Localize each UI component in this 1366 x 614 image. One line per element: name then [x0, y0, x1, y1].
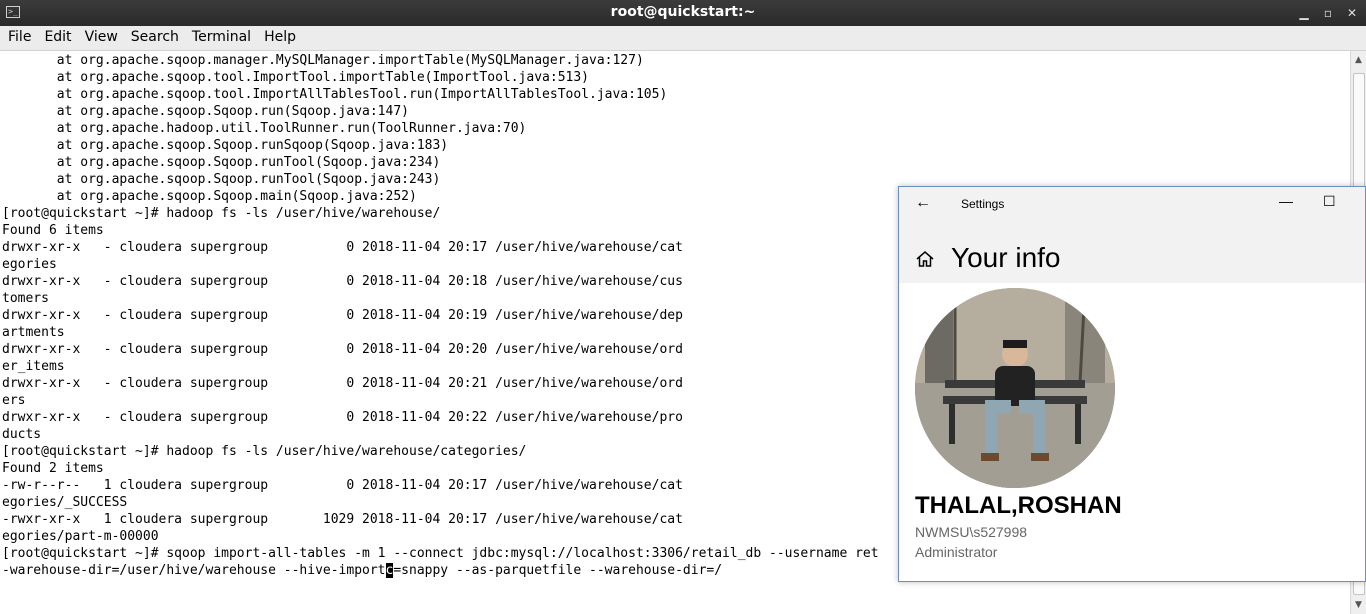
terminal-line: egories/_SUCCESS	[2, 495, 128, 510]
input-after-cursor: =snappy --as-parquetfile --warehouse-dir…	[393, 563, 723, 578]
page-title: Your info	[951, 242, 1061, 273]
terminal-line: [root@quickstart ~]# sqoop import-all-ta…	[2, 546, 879, 561]
maximize-icon[interactable]: ▫	[1318, 4, 1338, 22]
user-role: Administrator	[915, 544, 998, 560]
home-icon[interactable]	[915, 249, 935, 269]
scroll-up-icon[interactable]: ▲	[1351, 53, 1366, 67]
terminal-line: [root@quickstart ~]# hadoop fs -ls /user…	[2, 206, 441, 221]
terminal-line: at org.apache.sqoop.tool.ImportAllTables…	[2, 87, 668, 102]
user-account-id: NWMSU\s527998	[915, 524, 1028, 540]
menu-edit[interactable]: Edit	[36, 26, 76, 45]
terminal-line: at org.apache.sqoop.Sqoop.runTool(Sqoop.…	[2, 172, 441, 187]
terminal-line: drwxr-xr-x - cloudera supergroup 0 2018-…	[2, 240, 683, 255]
settings-header: ← Settings — ☐ Your info	[899, 187, 1365, 283]
minimize-icon[interactable]: ▁	[1294, 4, 1314, 22]
settings-minimize-icon[interactable]: —	[1279, 193, 1293, 209]
terminal-line: drwxr-xr-x - cloudera supergroup 0 2018-…	[2, 308, 683, 323]
settings-maximize-icon[interactable]: ☐	[1323, 193, 1336, 210]
terminal-line: at org.apache.sqoop.Sqoop.runSqoop(Sqoop…	[2, 138, 449, 153]
terminal-line: at org.apache.sqoop.tool.ImportTool.impo…	[2, 70, 589, 85]
input-before-cursor: -warehouse-dir=/user/hive/warehouse --hi…	[2, 563, 386, 578]
terminal-line: drwxr-xr-x - cloudera supergroup 0 2018-…	[2, 274, 683, 289]
terminal-text: at org.apache.sqoop.manager.MySQLManager…	[2, 52, 879, 579]
terminal-line: egories/part-m-00000	[2, 529, 159, 544]
terminal-line: drwxr-xr-x - cloudera supergroup 0 2018-…	[2, 376, 683, 391]
terminal-line: -rw-r--r-- 1 cloudera supergroup 0 2018-…	[2, 478, 683, 493]
terminal-line: at org.apache.sqoop.Sqoop.runTool(Sqoop.…	[2, 155, 441, 170]
settings-window: ← Settings — ☐ Your info THALAL,ROSHAN N…	[898, 186, 1366, 582]
terminal-line: at org.apache.hadoop.util.ToolRunner.run…	[2, 121, 527, 136]
settings-app-title: Settings	[961, 197, 1005, 211]
terminal-line: -rwxr-xr-x 1 cloudera supergroup 1029 20…	[2, 512, 683, 527]
back-arrow-icon[interactable]: ←	[915, 194, 931, 212]
terminal-line: drwxr-xr-x - cloudera supergroup 0 2018-…	[2, 410, 683, 425]
menu-terminal[interactable]: Terminal	[184, 26, 256, 45]
avatar-photo	[915, 288, 1115, 488]
terminal-line: at org.apache.sqoop.Sqoop.main(Sqoop.jav…	[2, 189, 417, 204]
terminal-line: drwxr-xr-x - cloudera supergroup 0 2018-…	[2, 342, 683, 357]
terminal-line: ducts	[2, 427, 42, 442]
scroll-down-icon[interactable]: ▼	[1351, 598, 1366, 612]
terminal-line: at org.apache.sqoop.manager.MySQLManager…	[2, 53, 644, 68]
terminal-line: [root@quickstart ~]# hadoop fs -ls /user…	[2, 444, 527, 459]
terminal-line: er_items	[2, 359, 65, 374]
menu-file[interactable]: File	[0, 26, 36, 45]
terminal-line: Found 2 items	[2, 461, 104, 476]
menu-view[interactable]: View	[77, 26, 123, 45]
menu-help[interactable]: Help	[256, 26, 301, 45]
menu-search[interactable]: Search	[123, 26, 184, 45]
menu-bar: File Edit View Search Terminal Help	[0, 26, 1366, 51]
terminal-line: tomers	[2, 291, 49, 306]
user-name: THALAL,ROSHAN	[915, 492, 1122, 519]
terminal-input-line[interactable]: -warehouse-dir=/user/hive/warehouse --hi…	[2, 562, 879, 579]
terminal-line: Found 6 items	[2, 223, 104, 238]
terminal-line: at org.apache.sqoop.Sqoop.run(Sqoop.java…	[2, 104, 409, 119]
window-titlebar: >_ root@quickstart:~ ▁ ▫ ✕	[0, 0, 1366, 26]
terminal-line: egories	[2, 257, 57, 272]
terminal-line: ers	[2, 393, 26, 408]
window-title: root@quickstart:~	[610, 4, 756, 20]
close-icon[interactable]: ✕	[1342, 4, 1362, 22]
terminal-line: artments	[2, 325, 65, 340]
avatar	[915, 288, 1115, 488]
